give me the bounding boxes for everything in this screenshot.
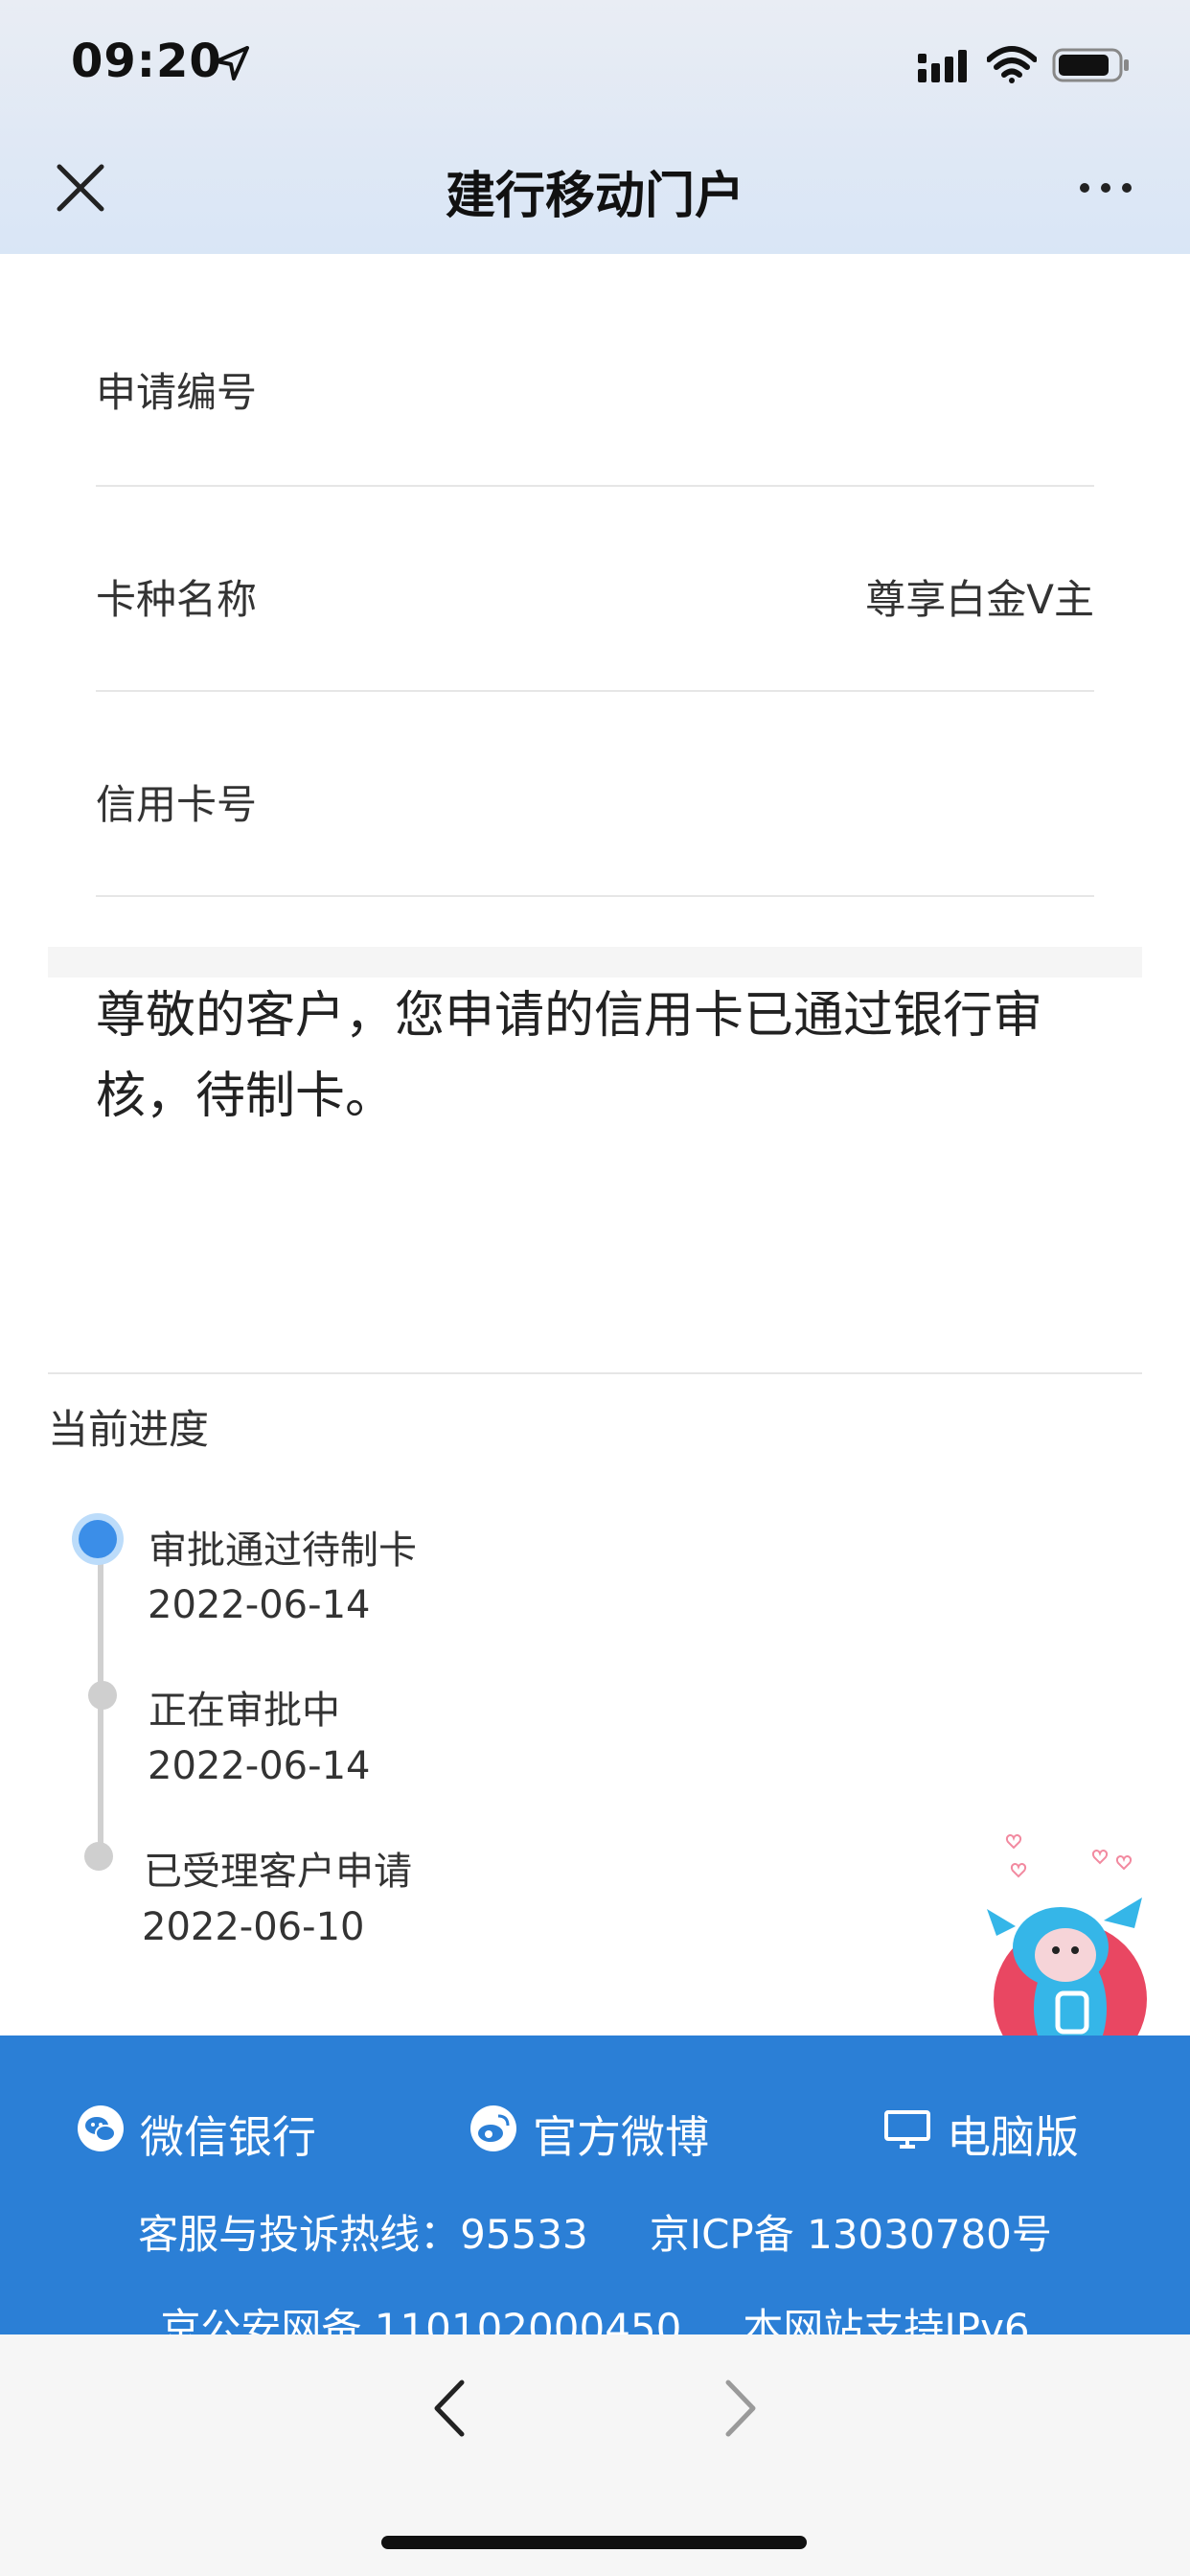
police-record-text: 京公安网备 110102000450 (160, 2305, 682, 2334)
footer-info-line: 京公安网备 110102000450 本网站支持IPv6 (0, 2296, 1190, 2334)
more-icon[interactable] (1077, 178, 1134, 197)
home-indicator (381, 2536, 807, 2549)
back-arrow-icon[interactable] (420, 2375, 477, 2442)
location-arrow-icon (215, 46, 249, 80)
timeline-step-date: 2022-06-14 (148, 1583, 371, 1627)
battery-icon (1052, 48, 1129, 82)
timeline-dot (84, 1842, 113, 1871)
section-separator (48, 947, 1142, 978)
timeline-step-date: 2022-06-10 (142, 1905, 365, 1949)
wechat-bank-link[interactable]: 微信银行 (77, 2103, 316, 2166)
row-label: 申请编号 (96, 369, 258, 416)
footer-info-line: 客服与投诉热线：95533 京ICP备 13030780号 (0, 2202, 1190, 2261)
cellular-signal-icon (918, 50, 967, 82)
weibo-icon (470, 2105, 516, 2151)
status-time: 09:20 (71, 34, 222, 88)
wifi-icon (987, 46, 1037, 83)
row-label: 卡种名称 (96, 576, 258, 623)
footer: 微信银行 官方微博 电脑版 客服与投诉热线：95533 京ICP备 1303078… (0, 2036, 1190, 2334)
hotline-text: 客服与投诉热线：95533 (138, 2211, 588, 2258)
ipv6-text: 本网站支持IPv6 (743, 2305, 1030, 2334)
timeline-step-date: 2022-06-14 (148, 1744, 371, 1788)
timeline-dot-active (79, 1520, 117, 1558)
page-title: 建行移动门户 (445, 168, 744, 225)
info-row-application-number: 申请编号 (96, 280, 1094, 487)
desktop-version-link[interactable]: 电脑版 (883, 2103, 1079, 2166)
info-row-card-number: 信用卡号 (96, 690, 1094, 897)
wechat-icon (78, 2105, 124, 2151)
timeline-step-title: 正在审批中 (149, 1689, 340, 1733)
info-row-card-type: 卡种名称 尊享白金V主 (96, 485, 1094, 692)
row-value: 尊享白金V主 (865, 576, 1094, 623)
monitor-icon (884, 2110, 930, 2149)
icp-text: 京ICP备 13030780号 (649, 2211, 1052, 2258)
header: 09:20 建行移动门户 (0, 0, 1190, 254)
progress-title: 当前进度 (48, 1406, 210, 1453)
divider (48, 1372, 1142, 1374)
timeline-step-title: 审批通过待制卡 (149, 1529, 417, 1573)
timeline-dot (88, 1681, 117, 1710)
timeline-step-title: 已受理客户申请 (144, 1850, 412, 1894)
official-weibo-link[interactable]: 官方微博 (469, 2103, 709, 2166)
forward-arrow-icon[interactable] (713, 2375, 770, 2442)
row-label: 信用卡号 (96, 781, 258, 828)
status-message: 尊敬的客户，您申请的信用卡已通过银行审核，待制卡。 (96, 987, 1043, 1125)
